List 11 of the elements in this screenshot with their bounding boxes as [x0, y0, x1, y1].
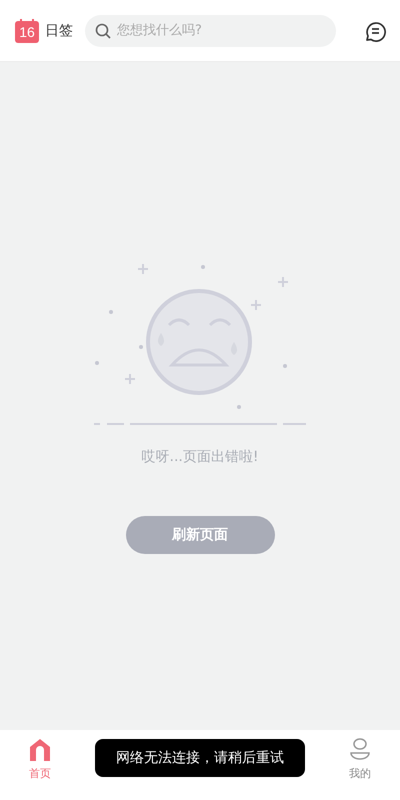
error-message: 哎呀...页面出错啦!	[142, 448, 258, 466]
refresh-button[interactable]: 刷新页面	[126, 516, 274, 554]
tab-item[interactable]: 我的	[342, 738, 378, 800]
toast-message: 网络无法连接，请稍后重试	[95, 739, 305, 777]
home-icon	[29, 738, 51, 762]
message-icon[interactable]	[364, 20, 386, 42]
search-field[interactable]: 您想找什么吗?	[85, 14, 336, 46]
calendar-day: 16	[15, 24, 39, 40]
tab-item[interactable]: 首页	[22, 738, 58, 800]
app-name: 日签	[45, 22, 73, 40]
profile-icon	[349, 738, 371, 762]
